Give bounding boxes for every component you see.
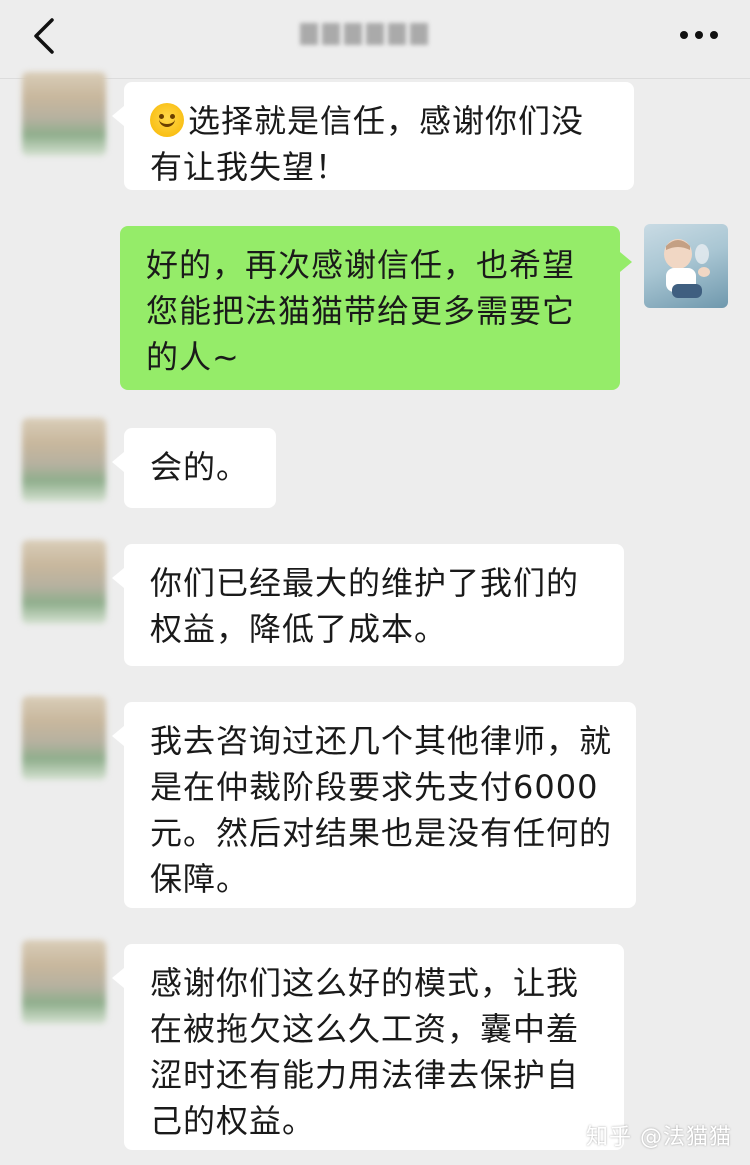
message-text: 你们已经最大的维护了我们的权益，降低了成本。 xyxy=(150,564,580,648)
chat-header xyxy=(0,0,750,79)
outgoing-message-bubble[interactable]: 好的，再次感谢信任，也希望您能把法猫猫带给更多需要它的人~ xyxy=(120,226,632,390)
message-text: 好的，再次感谢信任，也希望您能把法猫猫带给更多需要它的人~ xyxy=(146,246,576,376)
chevron-left-icon xyxy=(34,18,54,54)
contact-avatar[interactable] xyxy=(22,696,106,780)
zhihu-watermark: 知乎 @法猫猫 xyxy=(586,1125,732,1150)
contact-avatar[interactable] xyxy=(22,540,106,624)
more-horizontal-icon xyxy=(680,31,718,39)
contact-avatar[interactable] xyxy=(22,940,106,1024)
back-button[interactable] xyxy=(22,14,66,58)
chat-screen: 选择就是信任，感谢你们没有让我失望！ 好的，再次感谢信任，也希望您能把法猫猫带给… xyxy=(0,0,750,1165)
incoming-message-bubble[interactable]: 会的。 xyxy=(112,428,276,508)
contact-avatar[interactable] xyxy=(22,418,106,502)
incoming-message-bubble[interactable]: 感谢你们这么好的模式，让我在被拖欠这么久工资，囊中羞涩时还有能力用法律去保护自己… xyxy=(112,944,624,1150)
message-text: 感谢你们这么好的模式，让我在被拖欠这么久工资，囊中羞涩时还有能力用法律去保护自己… xyxy=(150,964,580,1140)
user-avatar[interactable] xyxy=(644,224,728,308)
baby-photo-icon xyxy=(664,239,710,298)
message-text: 我去咨询过还几个其他律师，就是在仲裁阶段要求先支付6000元。然后对结果也是没有… xyxy=(150,722,613,898)
more-button[interactable] xyxy=(674,20,724,50)
incoming-message-bubble[interactable]: 我去咨询过还几个其他律师，就是在仲裁阶段要求先支付6000元。然后对结果也是没有… xyxy=(112,702,636,908)
message-text: 会的。 xyxy=(150,448,250,486)
contact-name-blurred xyxy=(300,16,450,52)
message-text: 选择就是信任，感谢你们没有让我失望！ xyxy=(150,102,585,186)
contact-avatar[interactable] xyxy=(22,72,106,156)
incoming-message-bubble[interactable]: 选择就是信任，感谢你们没有让我失望！ xyxy=(112,82,634,190)
incoming-message-bubble[interactable]: 你们已经最大的维护了我们的权益，降低了成本。 xyxy=(112,544,624,666)
smiley-emoji-icon xyxy=(150,103,184,137)
